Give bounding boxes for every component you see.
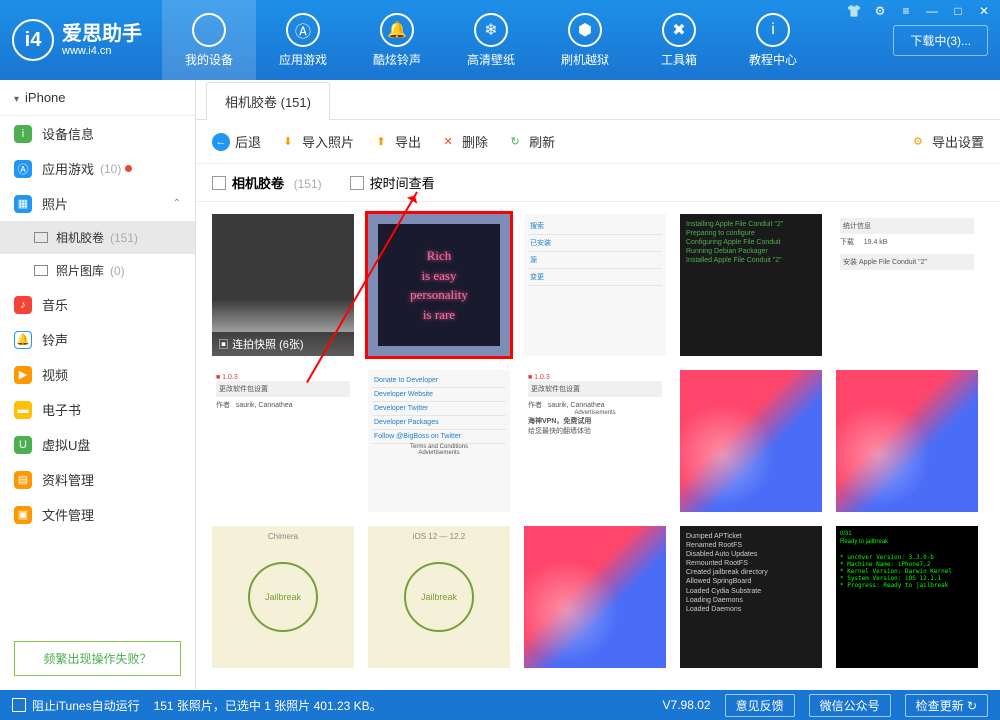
data-icon: ▤ (14, 471, 32, 489)
thumb-wallpaper-1[interactable] (680, 370, 822, 512)
nav-apps[interactable]: Ⓐ应用游戏 (256, 0, 350, 80)
apps-icon: Ⓐ (14, 160, 32, 178)
thumb-screenshot-6[interactable]: ■ 1.0.3更改软件包设置作者 saurik, CannatheaAdvert… (524, 370, 666, 512)
thumb-screenshot-4[interactable]: ■ 1.0.3更改软件包设置作者 saurik, Cannathea (212, 370, 354, 512)
refresh-button[interactable]: ↻刷新 (506, 132, 555, 151)
refresh-icon: ↻ (506, 133, 524, 151)
photos-icon: ▦ (14, 195, 32, 213)
thumb-terminal[interactable]: 0/31 Ready to jailbreak* unc0ver Version… (836, 526, 978, 668)
photo-grid[interactable]: ▣ 连拍快照 (6张) Rich is easy personality is … (196, 202, 1000, 690)
book-icon: ▬ (14, 401, 32, 419)
apps-icon: Ⓐ (286, 13, 320, 47)
minimize-icon[interactable]: — (924, 4, 940, 18)
info-icon: i (756, 13, 790, 47)
bell-icon: 🔔 (14, 331, 32, 349)
maximize-icon[interactable]: □ (950, 4, 966, 18)
box-icon: ⬢ (568, 13, 602, 47)
download-button[interactable]: 下载中(3)... (893, 25, 988, 56)
gear-icon: ⚙ (909, 133, 927, 151)
sidebar-apps[interactable]: Ⓐ应用游戏(10) (0, 151, 195, 186)
bell-icon: 🔔 (380, 13, 414, 47)
help-link[interactable]: 频繁出现操作失败？ (14, 641, 181, 676)
folder-icon (34, 265, 48, 276)
back-icon: ← (212, 133, 230, 151)
sidebar-photo-library[interactable]: 照片图库(0) (0, 254, 195, 287)
thumb-wallpaper-2[interactable] (836, 370, 978, 512)
thumb-screenshot-1[interactable]: 搜索已安装源变更 (524, 214, 666, 356)
nav-ringtones[interactable]: 🔔酷炫铃声 (350, 0, 444, 80)
apple-icon (192, 13, 226, 47)
app-name: 爱思助手 (62, 23, 142, 45)
tabs: 相机胶卷 (151) (196, 80, 1000, 120)
filter-by-time[interactable]: 按时间查看 (350, 173, 435, 192)
sidebar-usb[interactable]: U虚拟U盘 (0, 427, 195, 462)
checkbox-icon[interactable] (212, 176, 226, 190)
toolbar: ←后退 ⬇导入照片 ⬆导出 ✕删除 ↻刷新 ⚙导出设置 (196, 120, 1000, 164)
sidebar-data[interactable]: ▤资料管理 (0, 462, 195, 497)
music-icon: ♪ (14, 296, 32, 314)
tshirt-icon[interactable]: 👕 (846, 4, 862, 18)
tools-icon: ✖ (662, 13, 696, 47)
export-button[interactable]: ⬆导出 (372, 132, 421, 151)
thumb-screenshot-2[interactable]: Installing Apple File Conduit "2"Prepari… (680, 214, 822, 356)
main: 相机胶卷 (151) ←后退 ⬇导入照片 ⬆导出 ✕删除 ↻刷新 ⚙导出设置 相… (196, 80, 1000, 690)
nav-wallpapers[interactable]: ❄高清壁纸 (444, 0, 538, 80)
footer: 阻止iTunes自动运行 151 张照片，已选中 1 张照片 401.23 KB… (0, 690, 1000, 720)
nav-my-device[interactable]: 我的设备 (162, 0, 256, 80)
app-url: www.i4.cn (62, 45, 142, 57)
nav-tutorials[interactable]: i教程中心 (726, 0, 820, 80)
info-icon: i (14, 125, 32, 143)
filter-camera-roll[interactable]: 相机胶卷 (151) (212, 173, 322, 192)
thumb-jailbreak-1[interactable]: ChimeraJailbreak (212, 526, 354, 668)
thumb-wallpaper-3[interactable] (524, 526, 666, 668)
tab-camera-roll[interactable]: 相机胶卷 (151) (206, 82, 330, 120)
thumb-screenshot-7[interactable]: Dumped APTicketRenamed RootFSDisabled Au… (680, 526, 822, 668)
settings-icon[interactable]: ⚙ (872, 4, 888, 18)
close-icon[interactable]: ✕ (976, 4, 992, 18)
sidebar-ringtones[interactable]: 🔔铃声 (0, 322, 195, 357)
itunes-checkbox[interactable]: 阻止iTunes自动运行 (12, 697, 140, 714)
filter-bar: 相机胶卷 (151) 按时间查看 (196, 164, 1000, 202)
logo: i4 爱思助手 www.i4.cn (12, 19, 142, 61)
thumb-screenshot-5[interactable]: Donate to DeveloperDeveloper WebsiteDeve… (368, 370, 510, 512)
import-button[interactable]: ⬇导入照片 (279, 132, 354, 151)
snow-icon: ❄ (474, 13, 508, 47)
thumb-screenshot-3[interactable]: 统计信息下载 19.4 kB安装 Apple File Conduit "2" (836, 214, 978, 356)
export-icon: ⬆ (372, 133, 390, 151)
sidebar-ebooks[interactable]: ▬电子书 (0, 392, 195, 427)
red-dot-icon (125, 165, 132, 172)
folder-icon (34, 232, 48, 243)
menu-icon[interactable]: ≡ (898, 4, 914, 18)
checkbox-icon[interactable] (350, 176, 364, 190)
version-text: V7.98.02 (663, 698, 711, 712)
sidebar-files[interactable]: ▣文件管理 (0, 497, 195, 532)
nav-jailbreak[interactable]: ⬢刷机越狱 (538, 0, 632, 80)
nav-toolbox[interactable]: ✖工具箱 (632, 0, 726, 80)
sidebar: iPhone i设备信息 Ⓐ应用游戏(10) ▦照片 相机胶卷(151) 照片图… (0, 80, 196, 690)
back-button[interactable]: ←后退 (212, 132, 261, 151)
import-icon: ⬇ (279, 133, 297, 151)
export-settings-button[interactable]: ⚙导出设置 (909, 132, 984, 151)
sidebar-music[interactable]: ♪音乐 (0, 287, 195, 322)
feedback-button[interactable]: 意见反馈 (725, 694, 795, 717)
video-icon: ▶ (14, 366, 32, 384)
wechat-button[interactable]: 微信公众号 (809, 694, 891, 717)
logo-badge: i4 (12, 19, 54, 61)
sidebar-camera-roll[interactable]: 相机胶卷(151) (0, 221, 195, 254)
files-icon: ▣ (14, 506, 32, 524)
update-button[interactable]: 检查更新 ↻ (905, 694, 988, 717)
device-header[interactable]: iPhone (0, 80, 195, 116)
sidebar-photos[interactable]: ▦照片 (0, 186, 195, 221)
sidebar-device-info[interactable]: i设备信息 (0, 116, 195, 151)
status-text: 151 张照片，已选中 1 张照片 401.23 KB。 (154, 697, 382, 714)
checkbox-icon[interactable] (12, 698, 26, 712)
thumb-jailbreak-2[interactable]: iOS 12 — 12.2Jailbreak (368, 526, 510, 668)
sidebar-video[interactable]: ▶视频 (0, 357, 195, 392)
delete-icon: ✕ (439, 133, 457, 151)
nav: 我的设备 Ⓐ应用游戏 🔔酷炫铃声 ❄高清壁纸 ⬢刷机越狱 ✖工具箱 i教程中心 (162, 0, 893, 80)
neon-text: Rich is easy personality is rare (378, 224, 500, 346)
usb-icon: U (14, 436, 32, 454)
delete-button[interactable]: ✕删除 (439, 132, 488, 151)
